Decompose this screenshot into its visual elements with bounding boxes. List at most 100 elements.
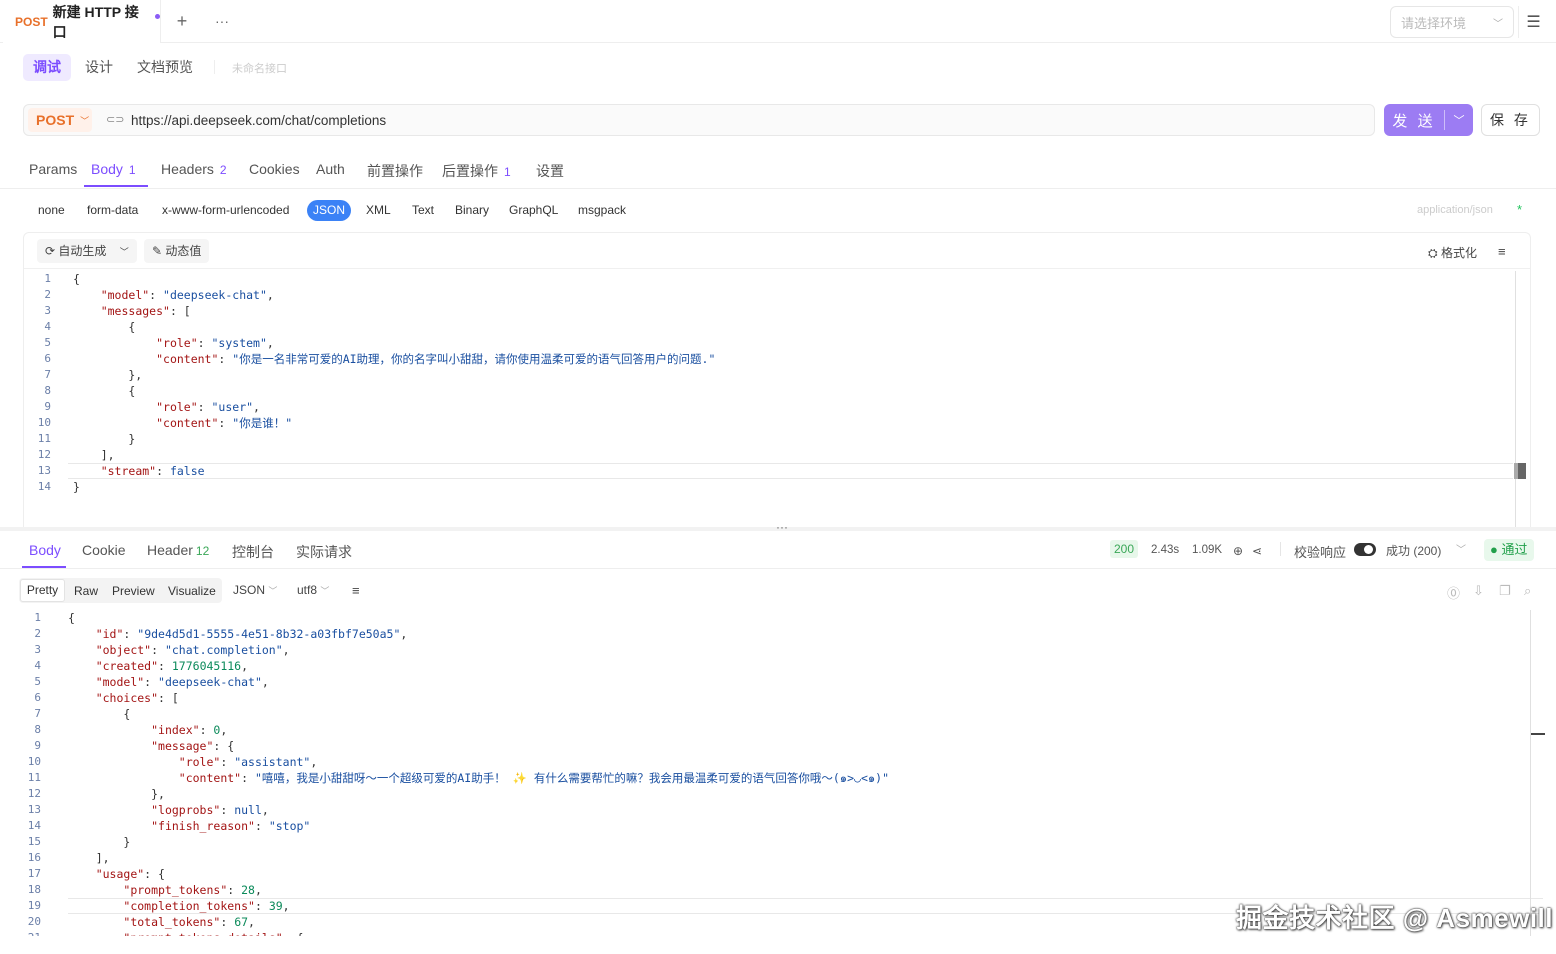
url-input[interactable]: https://api.deepseek.com/chat/completion… (131, 113, 386, 128)
search-icon[interactable]: ⌕ (1524, 583, 1531, 599)
code-line: "usage": { (95, 867, 165, 881)
code-line: "role": "user", (156, 400, 260, 414)
line-number: 12 (37, 448, 51, 461)
body-type-json[interactable]: JSON (307, 200, 351, 221)
scrollbar-track[interactable] (1515, 271, 1516, 527)
auto-generate-button[interactable]: ⟳ 自动生成 ﹀ (37, 239, 137, 263)
method-select[interactable]: POST ﹀ (28, 108, 92, 132)
dynamic-value-button[interactable]: ✎ 动态值 (144, 239, 210, 263)
line-number: 5 (34, 675, 41, 688)
resp-tab-cookie[interactable]: Cookie (82, 542, 126, 558)
code-line: "role": "assistant", (178, 755, 318, 769)
tab-label: Cookies (249, 161, 300, 177)
code-line: "object": "chat.completion", (95, 643, 290, 657)
api-name-input[interactable]: 未命名接口 (232, 60, 287, 76)
resp-tab-actual-request[interactable]: 实际请求 (296, 542, 352, 562)
code-line: "model": "deepseek-chat", (100, 288, 274, 302)
scrollbar-thumb[interactable] (1514, 463, 1526, 479)
body-type-text[interactable]: Text (412, 203, 434, 217)
globe-icon[interactable]: ⊕ (1233, 544, 1243, 558)
pass-badge: ● 通过 (1484, 539, 1534, 561)
tab-body[interactable]: Body 1 (91, 161, 136, 177)
body-type-form-data[interactable]: form-data (87, 203, 138, 217)
response-size: 1.09K (1192, 544, 1223, 556)
tab-post-ops[interactable]: 后置操作 1 (442, 161, 511, 181)
chevron-down-icon[interactable]: ﹀ (1445, 112, 1473, 128)
divider (214, 60, 215, 74)
code-line: { (73, 384, 136, 398)
tab-count: 2 (219, 163, 227, 177)
copy-icon[interactable]: ❐ (1499, 583, 1511, 599)
tab-new-http-api[interactable]: POST 新建 HTTP 接口 (3, 0, 161, 43)
resp-tab-header[interactable]: Header 12 (147, 542, 209, 558)
tab-cookies[interactable]: Cookies (249, 161, 300, 177)
body-type-none[interactable]: none (38, 203, 65, 217)
tab-pre-ops[interactable]: 前置操作 (367, 161, 423, 181)
share-icon[interactable]: ⋖ (1252, 544, 1262, 558)
code-line: "index": 0, (151, 723, 228, 737)
send-button[interactable]: 发 送 ﹀ (1384, 104, 1473, 136)
save-button[interactable]: 保 存 (1481, 104, 1540, 136)
line-number: 9 (44, 400, 51, 413)
validate-toggle[interactable] (1354, 543, 1376, 556)
encoding-select[interactable]: utf8 ﹀ (297, 583, 329, 597)
scrollbar-thumb[interactable] (1531, 733, 1545, 735)
view-tab-preview[interactable]: Preview (112, 584, 155, 598)
line-number: 1 (34, 611, 41, 624)
body-type-graphql[interactable]: GraphQL (509, 203, 558, 217)
tab-settings[interactable]: 设置 (536, 161, 564, 181)
code-line: "total_tokens": 67, (123, 915, 255, 929)
dynamic-value-label: 动态值 (165, 244, 202, 258)
code-line: "content": "你是谁！" (156, 416, 293, 430)
wrap-icon[interactable]: ≡ (1498, 244, 1506, 259)
menu-icon[interactable]: ☰ (1518, 6, 1548, 38)
line-number: 9 (34, 739, 41, 752)
more-icon[interactable]: ··· (210, 10, 234, 32)
mode-tab-design[interactable]: 设计 (75, 54, 123, 81)
line-number: 13 (27, 803, 41, 816)
mode-tab-debug[interactable]: 调试 (23, 54, 71, 81)
chevron-down-icon: ﹀ (80, 115, 90, 126)
line-number: 1 (44, 272, 51, 285)
info-icon[interactable]: ⓪ (1447, 583, 1460, 602)
chevron-down-icon[interactable]: ﹀ (1456, 541, 1466, 556)
format-select[interactable]: JSON ﹀ (233, 583, 277, 597)
format-select-value: JSON (233, 583, 266, 597)
code-line: ], (73, 448, 115, 462)
body-type-urlencoded[interactable]: x-www-form-urlencoded (162, 203, 289, 217)
view-tab-pretty[interactable]: Pretty (20, 579, 65, 602)
chevron-down-icon: ﹀ (320, 586, 330, 596)
tab-headers[interactable]: Headers 2 (161, 161, 227, 177)
validation-result[interactable]: 成功 (200) (1386, 542, 1441, 559)
tab-title: 新建 HTTP 接口 (52, 3, 139, 40)
body-type-binary[interactable]: Binary (455, 203, 489, 217)
scrollbar-track[interactable] (1530, 610, 1531, 936)
view-tab-raw[interactable]: Raw (74, 584, 98, 598)
response-time: 2.43s (1151, 544, 1180, 556)
line-number: 16 (27, 851, 41, 864)
download-icon[interactable]: ⇩ (1473, 583, 1484, 599)
env-select[interactable]: 请选择环境 ﹀ (1390, 6, 1514, 38)
tab-auth[interactable]: Auth (316, 161, 345, 177)
code-line: "prompt_tokens": 28, (123, 883, 262, 897)
response-code[interactable]: { "id": "9de4d5d1-5555-4e51-8b32-a03fbf7… (68, 610, 889, 946)
format-button[interactable]: ⛭ 格式化 (1428, 244, 1477, 261)
body-type-xml[interactable]: XML (366, 203, 391, 217)
editor-toolbar (24, 233, 1530, 269)
validate-label: 校验响应 (1294, 545, 1347, 560)
wrap-icon[interactable]: ≡ (352, 583, 360, 598)
tab-label: Body (91, 161, 123, 177)
add-tab-icon[interactable]: + (170, 10, 194, 32)
drag-handle-icon[interactable]: ··· (776, 520, 788, 534)
tab-params[interactable]: Params (29, 161, 77, 177)
request-code[interactable]: { "model": "deepseek-chat", "messages": … (73, 271, 715, 495)
resp-tab-body[interactable]: Body (29, 542, 61, 558)
body-type-msgpack[interactable]: msgpack (578, 203, 626, 217)
tab-label: 设置 (536, 163, 564, 179)
chevron-down-icon: ﹀ (119, 247, 129, 257)
code-line: "model": "deepseek-chat", (95, 675, 269, 689)
resp-tab-console[interactable]: 控制台 (232, 542, 274, 562)
code-line: }, (68, 787, 165, 801)
view-tab-visualize[interactable]: Visualize (168, 584, 216, 598)
mode-tab-doc-preview[interactable]: 文档预览 (127, 54, 203, 81)
